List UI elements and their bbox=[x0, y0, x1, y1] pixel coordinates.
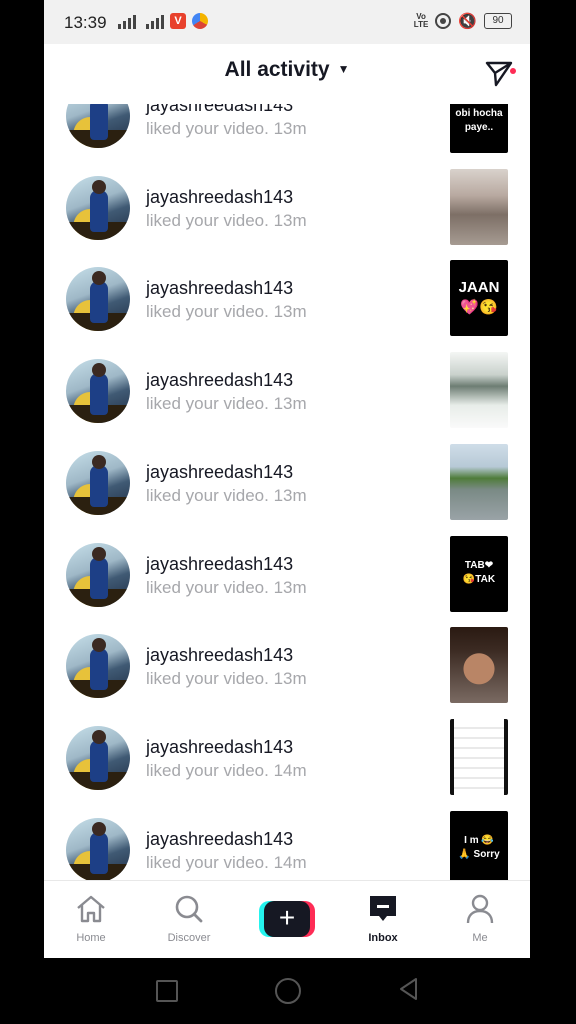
thumbnail-caption: I m 😂 bbox=[464, 834, 494, 846]
profile-icon bbox=[466, 894, 494, 924]
tab-label: Home bbox=[76, 932, 106, 944]
username[interactable]: jayashreedash143 bbox=[146, 278, 293, 299]
notification-dot bbox=[510, 68, 516, 74]
recents-button[interactable] bbox=[156, 980, 178, 1002]
thumbnail-caption: Itum ise bbox=[450, 104, 508, 105]
activity-item[interactable]: jayashreedash143 liked your video. 13m bbox=[44, 437, 530, 529]
video-thumbnail[interactable] bbox=[450, 443, 508, 520]
username[interactable]: jayashreedash143 bbox=[146, 104, 293, 116]
status-bar: 13:39 V Vo LTE 🔇 90 bbox=[44, 0, 530, 44]
thumbnail-caption: paye.. bbox=[464, 122, 494, 133]
direct-message-icon[interactable] bbox=[484, 58, 514, 88]
activity-text: liked your video. 14m bbox=[146, 852, 307, 872]
tab-inbox[interactable]: Inbox bbox=[348, 893, 418, 944]
video-thumbnail[interactable] bbox=[450, 627, 508, 704]
signal-icon bbox=[118, 13, 164, 29]
notification-app-icon bbox=[192, 13, 208, 29]
video-thumbnail[interactable] bbox=[450, 352, 508, 429]
video-thumbnail[interactable]: JAAN 💖😘 bbox=[450, 260, 508, 337]
activity-item[interactable]: jayashreedash143 liked your video. 13m bbox=[44, 620, 530, 712]
mute-icon: 🔇 bbox=[458, 13, 477, 30]
username[interactable]: jayashreedash143 bbox=[146, 737, 293, 758]
avatar[interactable] bbox=[66, 359, 130, 424]
video-thumbnail[interactable]: TAB❤ 😘TAK bbox=[450, 535, 508, 612]
avatar[interactable] bbox=[66, 817, 130, 880]
avatar[interactable] bbox=[66, 542, 130, 607]
caret-down-icon: ▼ bbox=[337, 62, 350, 76]
username[interactable]: jayashreedash143 bbox=[146, 554, 293, 575]
activity-list[interactable]: jayashreedash143liked your video. 13mItu… bbox=[44, 104, 530, 880]
tab-home[interactable]: Home bbox=[56, 893, 126, 944]
tab-label: Inbox bbox=[368, 932, 398, 944]
tab-discover[interactable]: Discover bbox=[154, 893, 224, 944]
search-icon bbox=[175, 895, 203, 923]
activity-item[interactable]: jayashreedash143 liked your video. 13m bbox=[44, 162, 530, 254]
activity-item[interactable]: jayashreedash143 liked your video. 14m bbox=[44, 712, 530, 804]
username[interactable]: jayashreedash143 bbox=[146, 645, 293, 666]
activity-text: liked your video. 14m bbox=[146, 760, 307, 780]
username[interactable]: jayashreedash143 bbox=[146, 462, 293, 483]
activity-text: liked your video. 13m bbox=[146, 302, 307, 322]
thumbnail-caption: JAAN bbox=[458, 279, 500, 297]
activity-item[interactable]: jayashreedash143 liked your video. 14m I m… bbox=[44, 804, 530, 880]
video-thumbnail[interactable] bbox=[450, 168, 508, 245]
username[interactable]: jayashreedash143 bbox=[146, 829, 293, 850]
activity-text: liked your video. 13m bbox=[146, 119, 307, 138]
status-time: 13:39 bbox=[64, 13, 107, 32]
activity-text: liked your video. 13m bbox=[146, 577, 307, 597]
thumbnail-caption: 💖😘 bbox=[460, 299, 498, 317]
inbox-icon bbox=[370, 896, 396, 921]
plus-icon: + bbox=[264, 901, 310, 937]
thumbnail-caption: obi hocha bbox=[455, 108, 503, 119]
activity-text: liked your video. 13m bbox=[146, 669, 307, 689]
tab-label: Discover bbox=[167, 932, 211, 944]
tab-label: Me bbox=[472, 932, 488, 944]
data-saver-icon bbox=[435, 13, 452, 29]
thumbnail-caption: 🙏 Sorry bbox=[458, 848, 500, 860]
username[interactable]: jayashreedash143 bbox=[146, 370, 293, 391]
activity-filter-dropdown[interactable]: All activity ▼ bbox=[44, 58, 530, 82]
activity-text: liked your video. 13m bbox=[146, 394, 307, 414]
bottom-tab-bar: Home Discover + Inbox Me bbox=[44, 880, 530, 958]
thumbnail-caption: 😘TAK bbox=[462, 573, 496, 585]
activity-item[interactable]: jayashreedash143 liked your video. 13m JAA… bbox=[44, 253, 530, 345]
app-screen: 13:39 V Vo LTE 🔇 90 All activity ▼ jayashr… bbox=[44, 0, 530, 958]
back-button[interactable] bbox=[396, 976, 422, 1002]
status-icons: Vo LTE 🔇 90 bbox=[414, 12, 512, 30]
home-icon bbox=[77, 895, 105, 923]
battery-icon: 90 bbox=[484, 13, 512, 29]
home-button[interactable] bbox=[275, 978, 301, 1004]
tab-me[interactable]: Me bbox=[445, 893, 515, 944]
activity-text: liked your video. 13m bbox=[146, 485, 307, 505]
page-title: All activity bbox=[224, 58, 330, 81]
activity-item[interactable]: jayashreedash143 liked your video. 13m Itu… bbox=[44, 104, 530, 162]
video-thumbnail[interactable] bbox=[450, 718, 508, 795]
avatar[interactable] bbox=[66, 175, 130, 240]
activity-text: liked your video. 13m bbox=[146, 210, 307, 230]
username[interactable]: jayashreedash143 bbox=[146, 187, 293, 208]
video-thumbnail[interactable]: Itum ise obi hocha paye.. bbox=[450, 104, 508, 153]
create-video-button[interactable]: + bbox=[259, 901, 315, 937]
avatar[interactable] bbox=[66, 450, 130, 515]
activity-item[interactable]: jayashreedash143 liked your video. 13m TAB… bbox=[44, 529, 530, 621]
thumbnail-caption: TAB❤ bbox=[464, 559, 494, 571]
activity-item[interactable]: jayashreedash143 liked your video. 13m bbox=[44, 345, 530, 437]
avatar[interactable] bbox=[66, 725, 130, 790]
volte-icon: Vo LTE bbox=[413, 12, 429, 29]
avatar[interactable] bbox=[66, 267, 130, 332]
avatar[interactable] bbox=[66, 634, 130, 699]
notification-app-icon: V bbox=[170, 13, 186, 29]
header: All activity ▼ bbox=[44, 44, 530, 104]
system-navigation-bar bbox=[0, 958, 576, 1024]
avatar[interactable] bbox=[66, 104, 130, 148]
video-thumbnail[interactable]: I m 😂 🙏 Sorry bbox=[450, 810, 508, 880]
